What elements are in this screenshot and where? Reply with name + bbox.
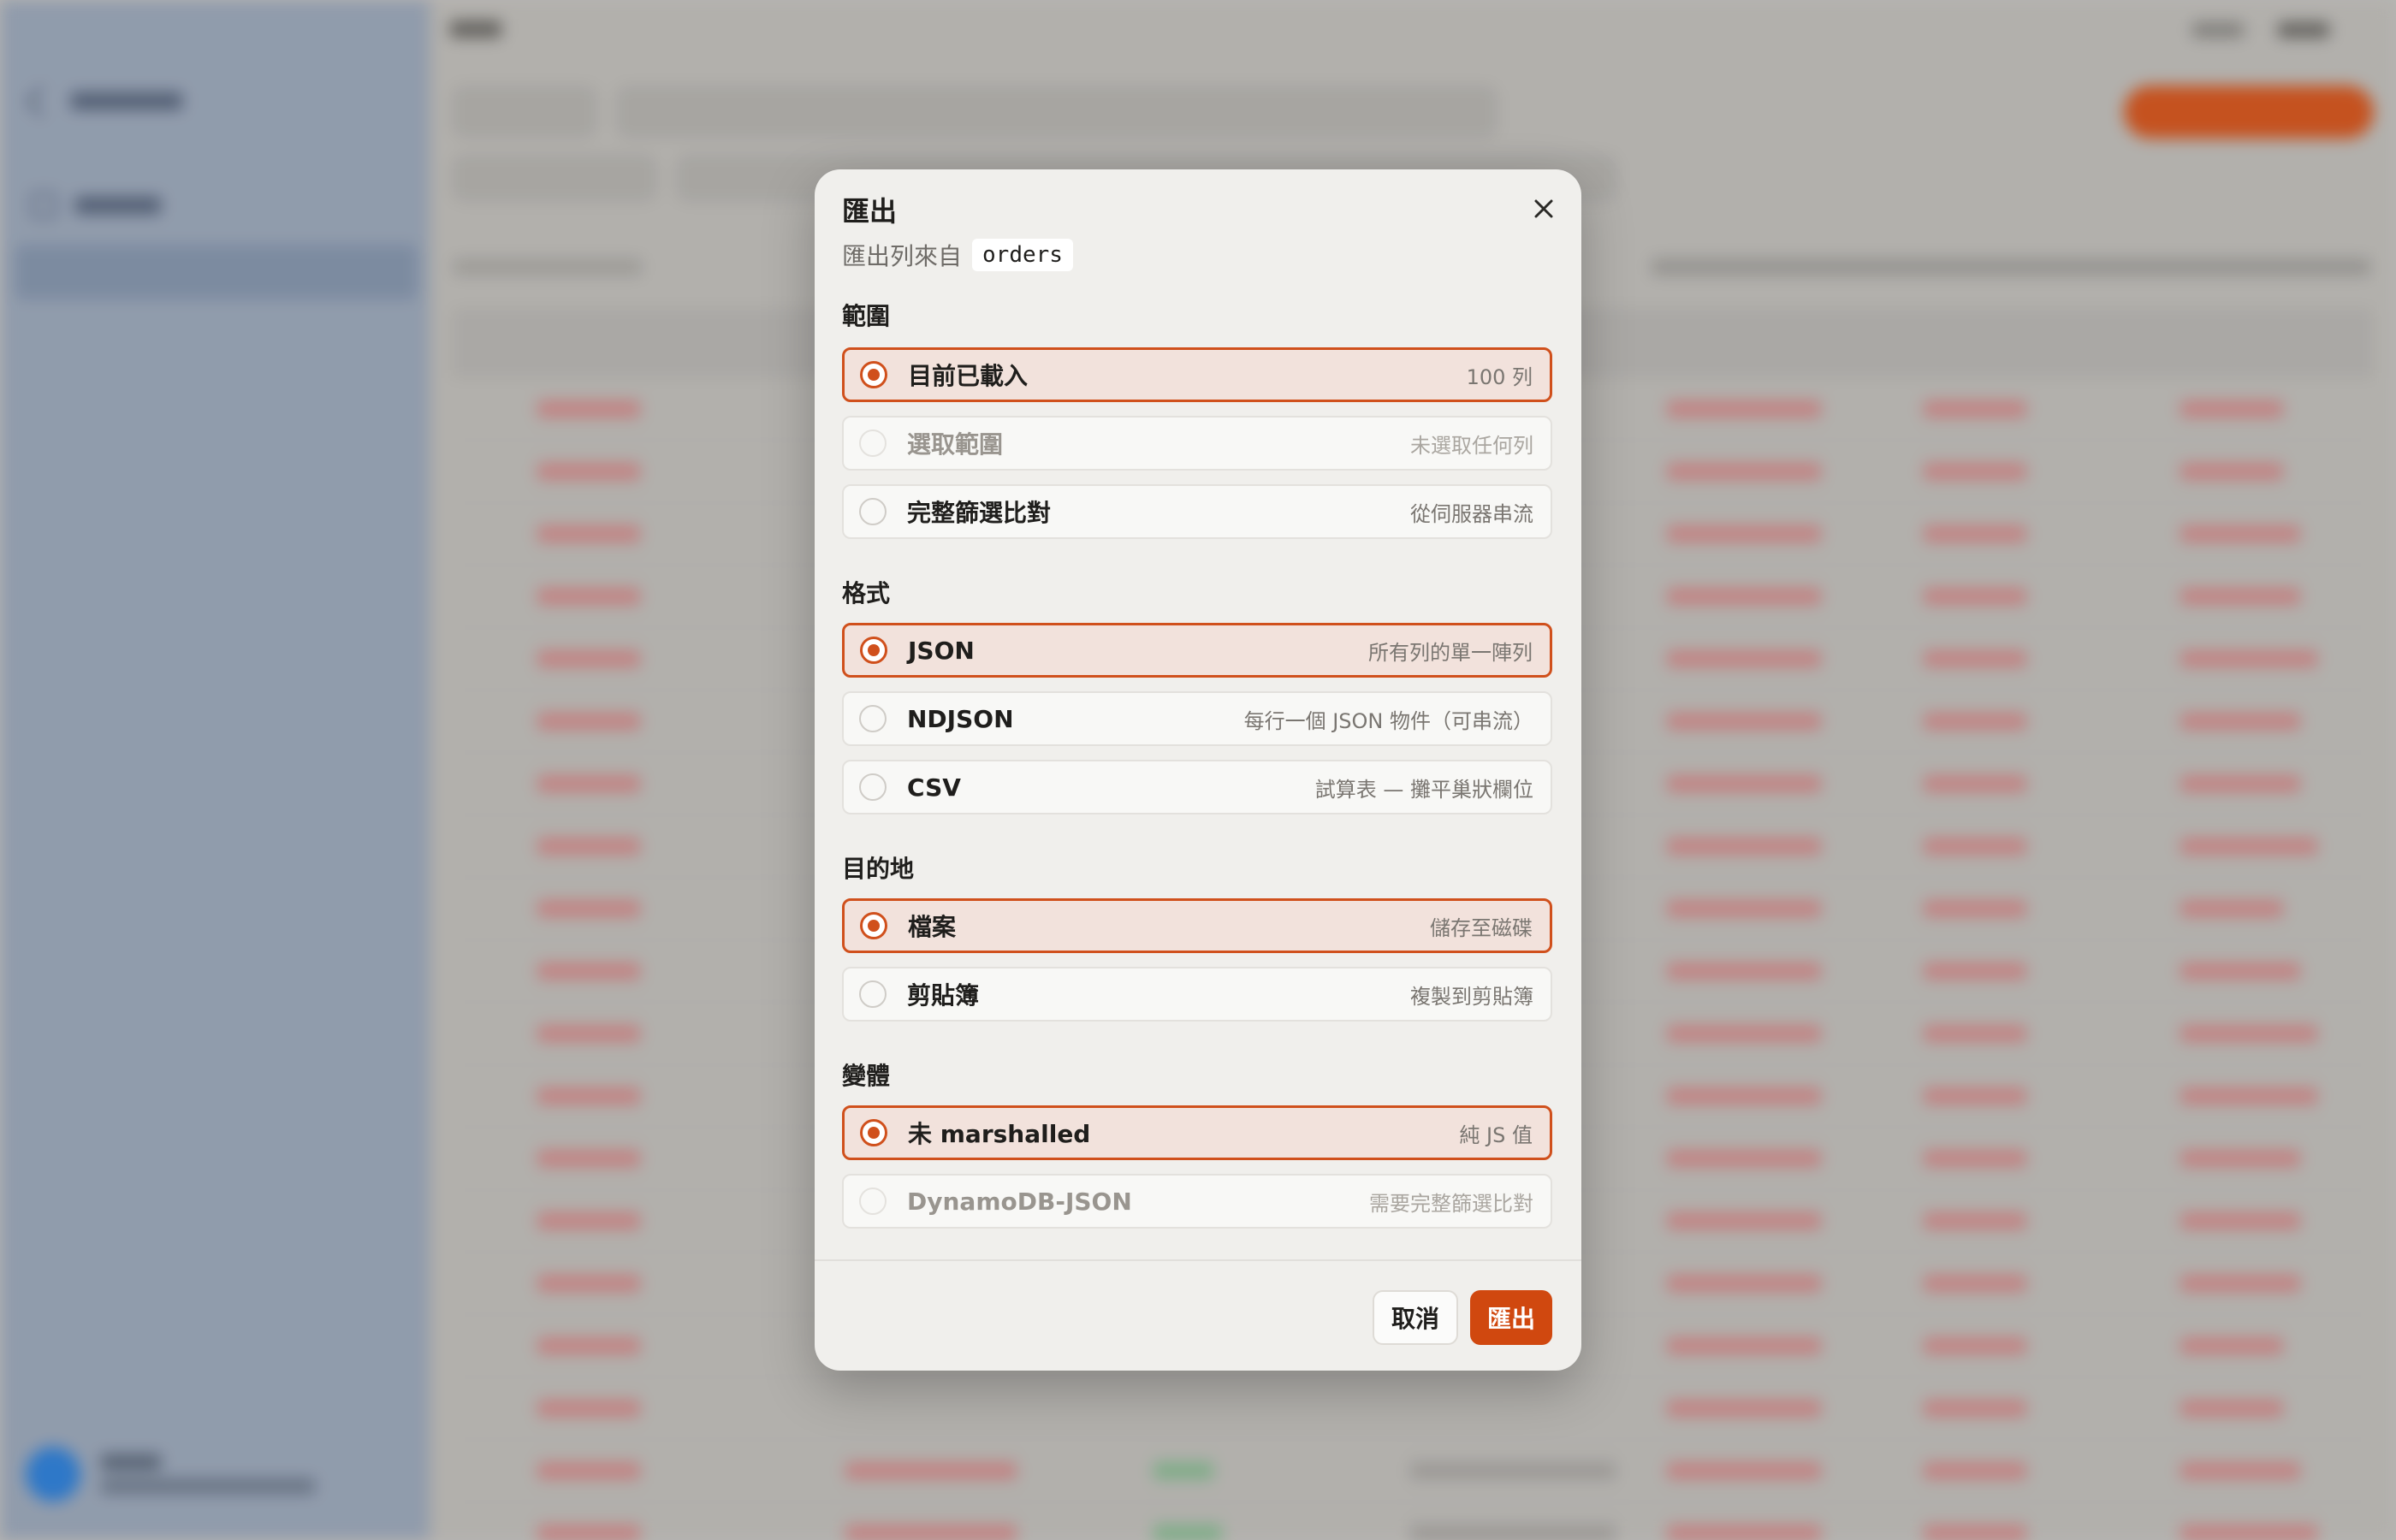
radio-selected <box>860 1119 887 1146</box>
section-label-range: 範圍 <box>842 302 891 330</box>
dialog-title: 匯出 <box>842 195 898 228</box>
option-label: 剪貼簿 <box>907 981 980 1010</box>
option-hint: 儲存至磁碟 <box>1430 915 1533 940</box>
radio-selected <box>860 912 887 939</box>
radio-unselected <box>859 980 887 1008</box>
option-destination-clipboard[interactable]: 剪貼簿 複製到剪貼簿 <box>842 967 1552 1022</box>
option-hint: 需要完整篩選比對 <box>1369 1191 1533 1216</box>
option-label: NDJSON <box>907 704 1014 733</box>
radio-selected <box>860 361 887 388</box>
table-name-code: orders <box>972 239 1073 271</box>
option-range-full-match[interactable]: 完整篩選比對 從伺服器串流 <box>842 484 1552 539</box>
section-label-format: 格式 <box>842 579 891 607</box>
option-label: 選取範圍 <box>907 430 1004 459</box>
option-range-loaded[interactable]: 目前已載入 100 列 <box>842 347 1552 402</box>
radio-disabled <box>859 429 887 457</box>
option-label: 完整篩選比對 <box>907 499 1052 527</box>
option-hint: 所有列的單一陣列 <box>1368 640 1533 665</box>
option-format-csv[interactable]: CSV 試算表 — 攤平巢狀欄位 <box>842 760 1552 814</box>
option-variant-unmarshalled[interactable]: 未 marshalled 純 JS 值 <box>842 1105 1552 1160</box>
option-hint: 試算表 — 攤平巢狀欄位 <box>1314 777 1533 802</box>
option-hint: 純 JS 值 <box>1459 1122 1533 1147</box>
footer-divider <box>815 1259 1581 1261</box>
option-format-ndjson[interactable]: NDJSON 每行一個 JSON 物件（可串流） <box>842 691 1552 746</box>
radio-selected <box>860 637 887 664</box>
export-dialog: 匯出 匯出列來自 orders 範圍 目前已載入 100 列 選取範圍 未選取任… <box>815 169 1581 1371</box>
option-format-json[interactable]: JSON 所有列的單一陣列 <box>842 623 1552 678</box>
option-hint: 複製到剪貼簿 <box>1410 984 1533 1009</box>
radio-unselected <box>859 773 887 801</box>
subtitle-text: 匯出列來自 <box>842 242 963 270</box>
radio-disabled <box>859 1188 887 1215</box>
option-hint: 每行一個 JSON 物件（可串流） <box>1243 708 1533 733</box>
option-label: JSON <box>908 636 975 665</box>
option-label: 未 marshalled <box>908 1120 1091 1148</box>
option-label: CSV <box>907 773 961 802</box>
radio-unselected <box>859 705 887 732</box>
cancel-button[interactable]: 取消 <box>1373 1290 1458 1345</box>
option-destination-file[interactable]: 檔案 儲存至磁碟 <box>842 898 1552 953</box>
section-label-variant: 變體 <box>842 1062 891 1090</box>
dialog-subtitle: 匯出列來自 orders <box>842 236 1073 274</box>
option-range-selection: 選取範圍 未選取任何列 <box>842 416 1552 471</box>
section-label-destination: 目的地 <box>842 855 915 883</box>
option-label: 檔案 <box>908 913 957 941</box>
option-variant-dynamodb-json: DynamoDB-JSON 需要完整篩選比對 <box>842 1174 1552 1229</box>
option-hint: 從伺服器串流 <box>1410 501 1533 526</box>
option-label: DynamoDB-JSON <box>907 1187 1132 1216</box>
option-label: 目前已載入 <box>908 362 1029 390</box>
option-hint: 未選取任何列 <box>1410 433 1533 458</box>
option-hint: 100 列 <box>1466 364 1533 389</box>
radio-unselected <box>859 498 887 525</box>
close-button[interactable] <box>1525 190 1563 228</box>
close-icon <box>1534 199 1553 218</box>
export-button[interactable]: 匯出 <box>1470 1290 1552 1345</box>
